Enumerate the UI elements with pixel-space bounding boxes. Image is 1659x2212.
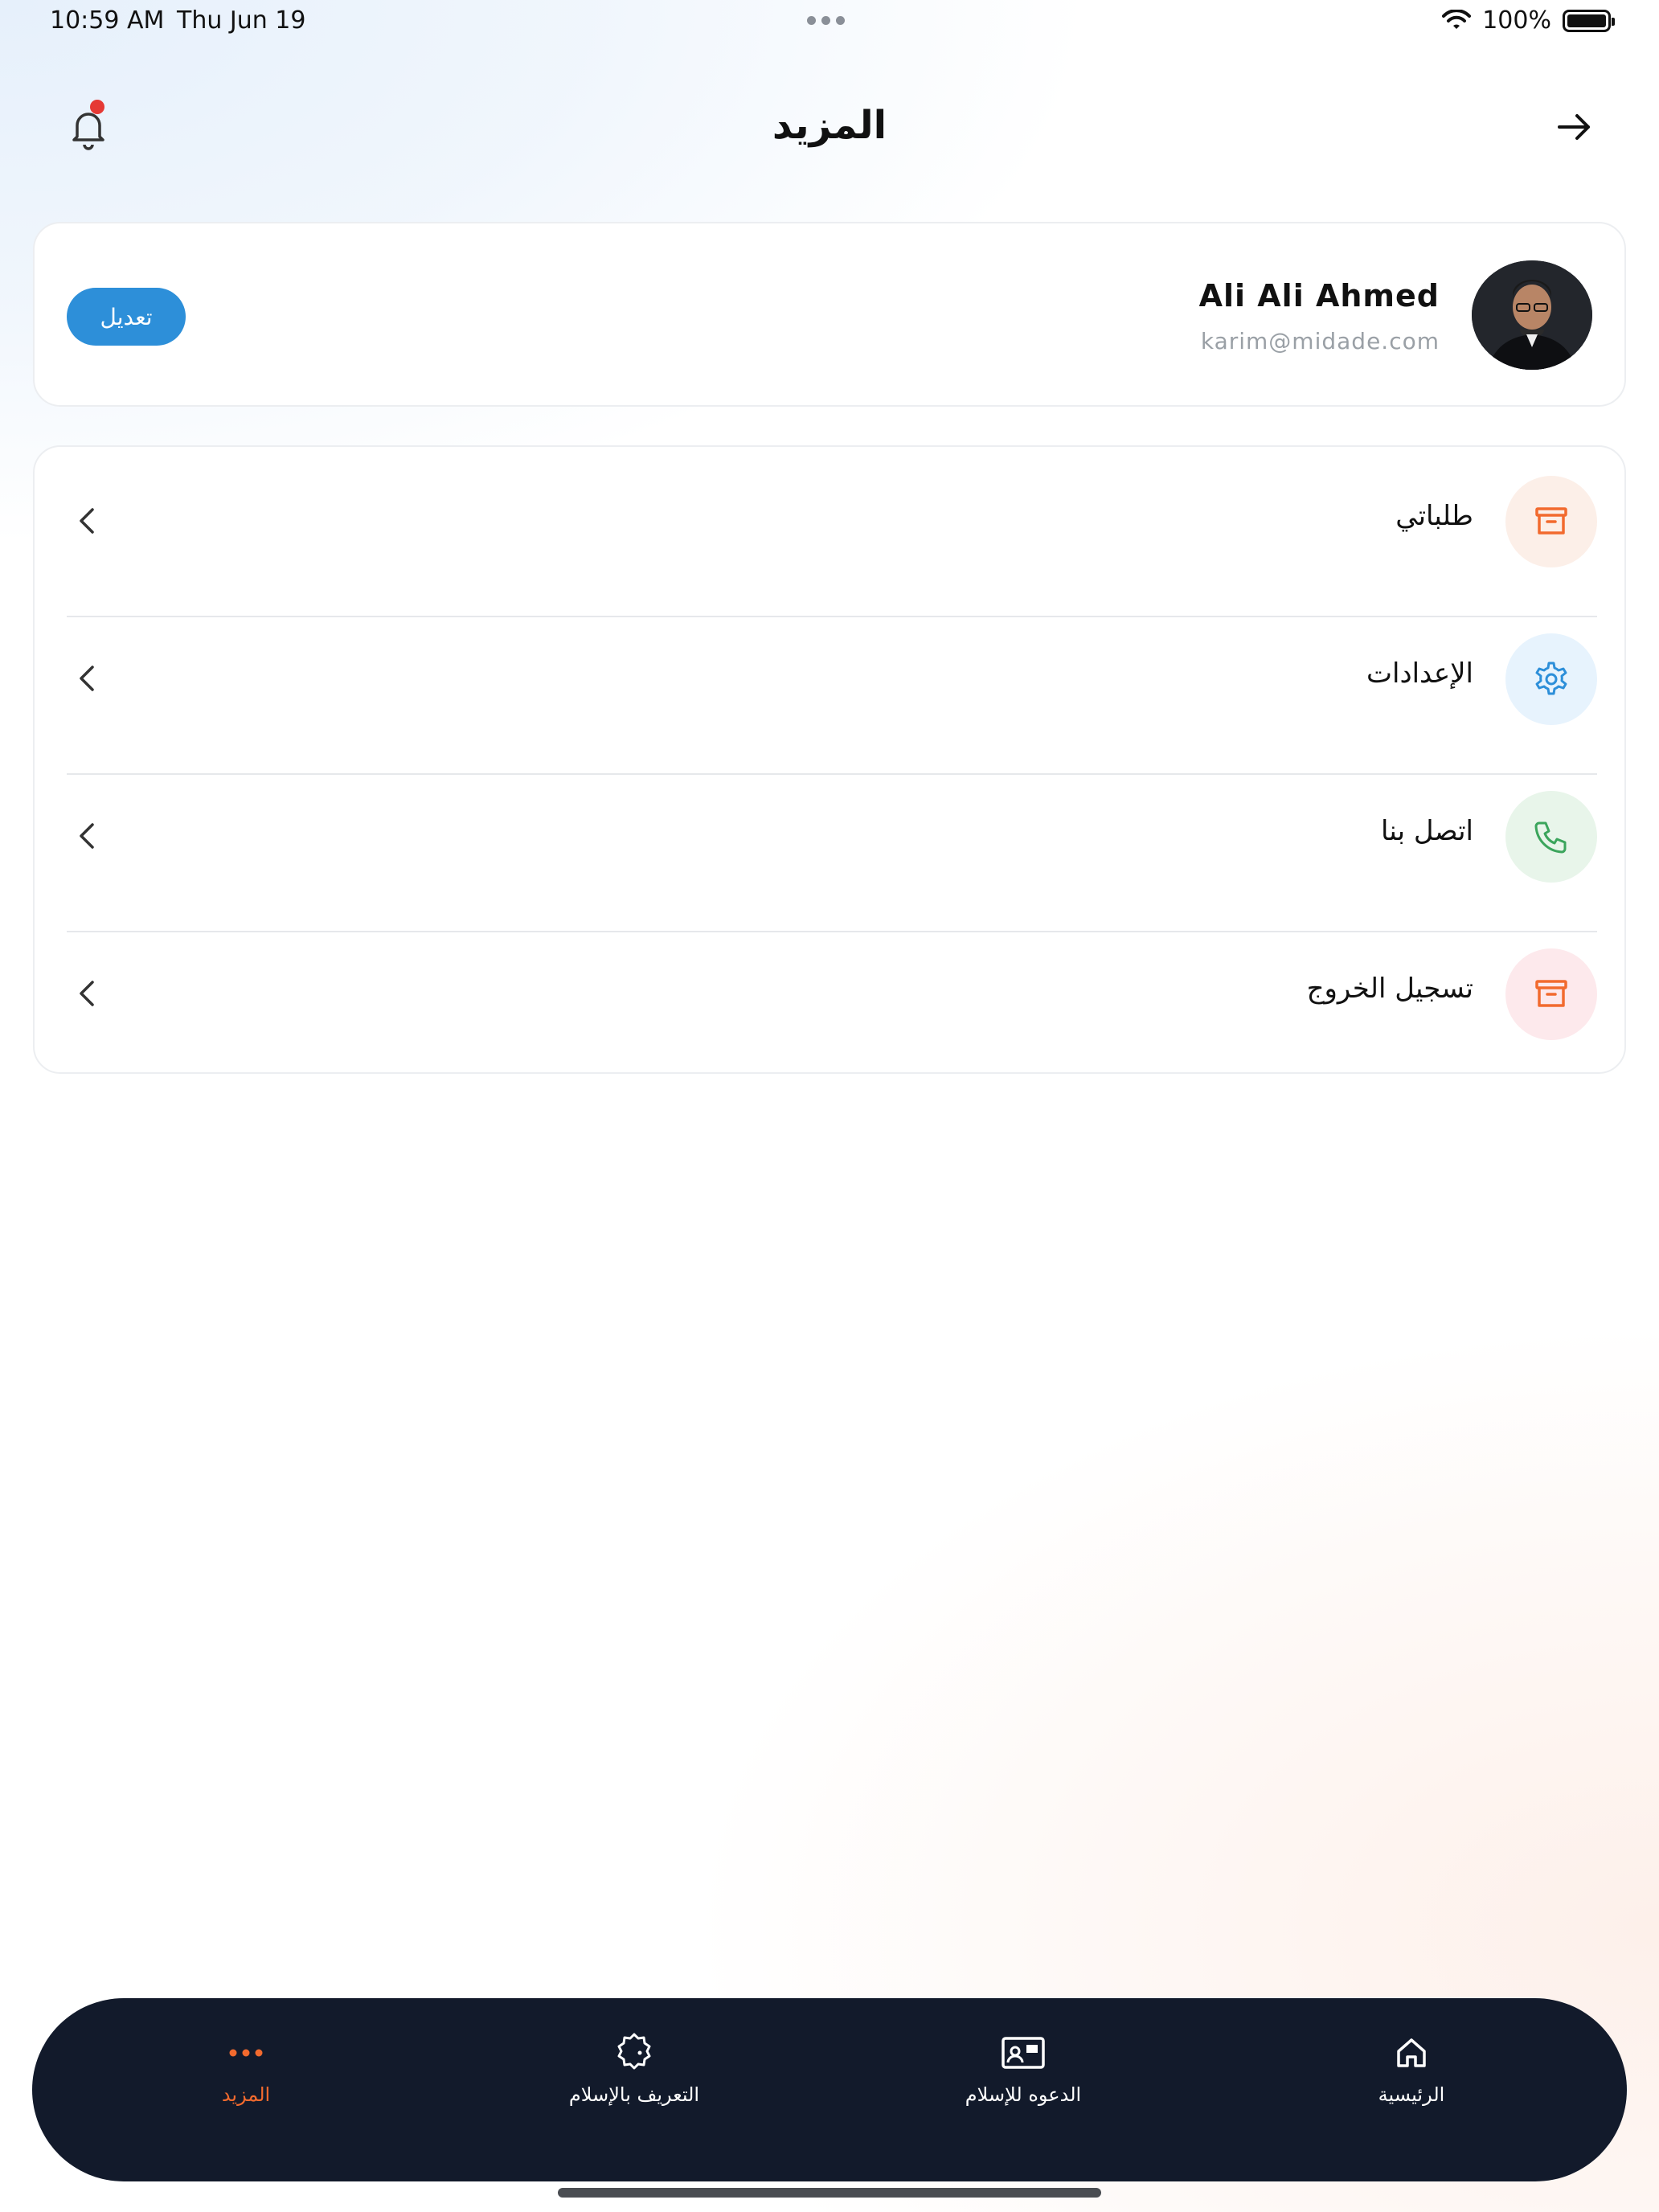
menu-item-settings[interactable]: الإعدادات	[67, 617, 1597, 775]
box-icon	[1535, 980, 1567, 1007]
wifi-icon	[1442, 9, 1472, 29]
chevron-left-icon	[80, 981, 94, 1006]
menu-item-logout[interactable]: تسجيل الخروج	[67, 932, 1597, 1090]
home-indicator[interactable]	[558, 2188, 1101, 2198]
header: المزيد	[0, 88, 1659, 169]
tab-label: الرئيسية	[1378, 2083, 1445, 2106]
status-right: 100%	[1442, 6, 1615, 35]
more-dots-icon	[223, 2030, 268, 2075]
menu-icon-circle	[1505, 633, 1597, 725]
tab-label: المزيد	[221, 2083, 271, 2106]
tab-dawah[interactable]: الدعوه للإسلام	[903, 2030, 1144, 2143]
multitasking-dots-icon[interactable]	[807, 16, 845, 25]
menu-item-my-orders[interactable]: طلباتي	[67, 460, 1597, 617]
chevron-left-icon	[80, 823, 94, 849]
chevron-left-icon	[80, 666, 94, 691]
menu-card: طلباتي الإعدادات اتصل بنا تسجيل الخروج	[33, 445, 1626, 1074]
profile-card: Ali Ali Ahmed karim@midade.com تعديل	[33, 222, 1626, 407]
profile-email: karim@midade.com	[1200, 328, 1440, 354]
bottom-tab-bar: الرئيسية الدعوه للإسلام التعريف بالإسلام	[32, 1998, 1627, 2181]
chevron-left-icon	[80, 508, 94, 534]
tab-home[interactable]: الرئيسية	[1291, 2030, 1532, 2143]
menu-item-contact-us[interactable]: اتصل بنا	[67, 775, 1597, 932]
avatar-photo	[1472, 260, 1592, 370]
id-card-icon	[1001, 2030, 1046, 2075]
battery-percent: 100%	[1482, 6, 1551, 35]
arrow-right-icon	[1558, 114, 1590, 140]
status-time: 10:59 AM	[50, 6, 165, 35]
home-icon	[1389, 2030, 1434, 2075]
menu-icon-circle	[1505, 791, 1597, 883]
tab-more[interactable]: المزيد	[125, 2030, 367, 2143]
tab-islam-intro[interactable]: التعريف بالإسلام	[514, 2030, 755, 2143]
profile-name: Ali Ali Ahmed	[1198, 278, 1440, 313]
gear-icon	[1535, 662, 1567, 695]
avatar[interactable]	[1472, 260, 1592, 370]
phone-icon	[1534, 821, 1567, 854]
tab-label: التعريف بالإسلام	[568, 2083, 700, 2106]
tab-label: الدعوه للإسلام	[965, 2083, 1082, 2106]
menu-item-label: طلباتي	[1395, 500, 1473, 532]
edit-profile-button[interactable]: تعديل	[67, 288, 186, 346]
status-bar: 10:59 AM Thu Jun 19 100%	[0, 0, 1659, 45]
box-icon	[1535, 507, 1567, 535]
battery-icon	[1563, 9, 1615, 32]
menu-item-label: اتصل بنا	[1380, 815, 1473, 847]
back-button[interactable]	[1553, 106, 1595, 148]
crescent-badge-icon	[612, 2030, 657, 2075]
menu-icon-circle	[1505, 476, 1597, 567]
status-date: Thu Jun 19	[177, 6, 306, 35]
menu-item-label: الإعدادات	[1366, 657, 1473, 690]
page-title: المزيد	[772, 103, 887, 148]
menu-icon-circle	[1505, 948, 1597, 1040]
menu-item-label: تسجيل الخروج	[1306, 973, 1473, 1005]
